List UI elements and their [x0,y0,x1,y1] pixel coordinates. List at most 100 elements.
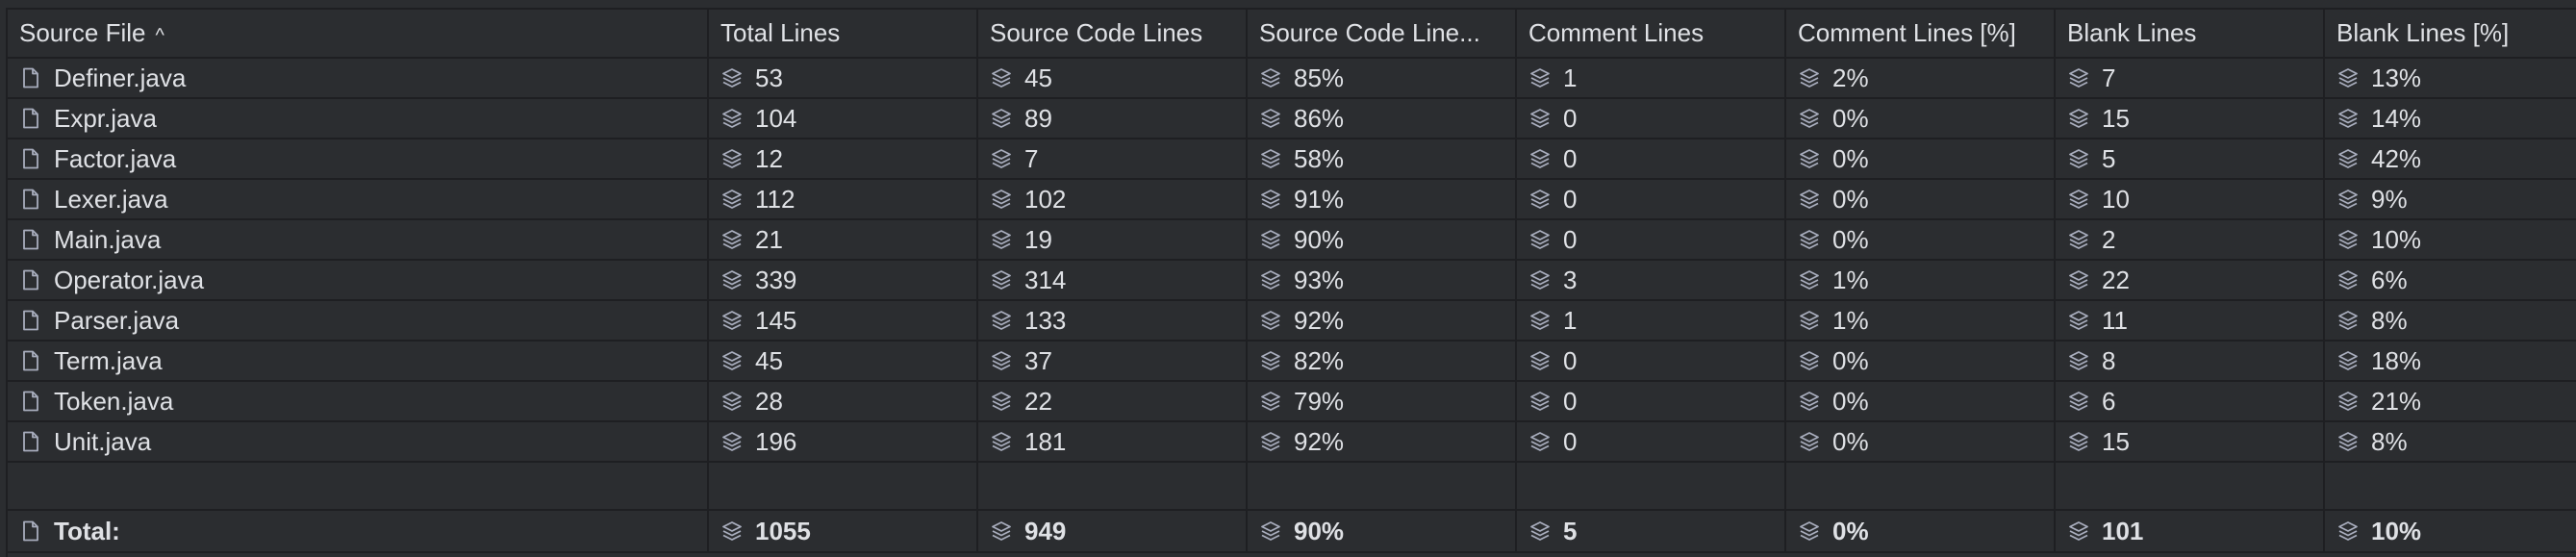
cell-value: 91% [1294,184,1345,214]
table-row[interactable]: Operator.java 339 314 93% 3 1% 22 6% [8,260,2576,301]
cell-file[interactable]: Main.java [8,219,709,261]
cell-file[interactable]: Total: [8,509,709,553]
table-row[interactable]: Token.java 28 22 79% 0 0% 6 21% [8,381,2576,422]
cell-blank-lines-pct: 8% [2324,300,2576,342]
table-row[interactable]: Expr.java 104 89 86% 0 0% 15 14% [8,98,2576,139]
layers-icon [720,147,744,170]
cell-comment-lines: 0 [1516,179,1786,220]
layers-icon [1528,107,1552,130]
cell-value: 5 [1563,516,1578,545]
cell-file[interactable]: Parser.java [8,300,709,342]
file-name: Unit.java [54,426,152,456]
file-name: Lexer.java [54,184,168,214]
cell-total-lines: 104 [708,98,978,139]
cell-file[interactable]: Term.java [8,341,709,382]
cell-value: 15 [2102,103,2130,133]
cell-file[interactable]: Lexer.java [8,179,709,220]
cell-blank-lines: 5 [2055,139,2325,180]
total-row[interactable]: Total: 1055 949 90% 5 0% 101 10% [8,509,2576,553]
layers-icon [2336,107,2360,130]
cell-comment-lines: 1 [1516,300,1786,342]
cell-file[interactable]: Unit.java [8,421,709,463]
cell-source-code-lines: 22 [977,381,1248,422]
cell-source-code-lines: 181 [977,421,1248,463]
cell-value: 1 [1563,305,1578,335]
table-row[interactable]: Lexer.java 112 102 91% 0 0% 10 9% [8,179,2576,220]
cell-value: 7 [2102,63,2116,92]
cell-value: 339 [755,265,797,294]
table-row[interactable]: Definer.java 53 45 85% 1 2% 7 13% [8,58,2576,99]
cell-total-lines: 112 [708,179,978,220]
cell-blank-lines: 15 [2055,98,2325,139]
column-header-label: Source Code Line... [1259,18,1480,47]
cell-file[interactable]: Expr.java [8,98,709,139]
cell-value: 0% [1832,426,1869,456]
cell-source-code-lines: 102 [977,179,1248,220]
cell-value: 45 [1024,63,1052,92]
cell-source-code-lines: 37 [977,341,1248,382]
cell-source-code-lines-pct: 86% [1247,98,1517,139]
layers-icon [1798,268,1821,291]
cell-value: 1% [1832,305,1869,335]
file-icon [19,519,42,543]
cell-value: 86% [1294,103,1345,133]
layers-icon [1528,349,1552,372]
cell-blank-lines-pct: 8% [2324,421,2576,463]
cell-value: 1055 [755,516,811,545]
empty-cell [2055,462,2325,511]
column-header-comment-lines[interactable]: Comment Lines [1516,10,1786,59]
layers-icon [2336,430,2360,453]
layers-icon [990,430,1013,453]
layers-icon [1798,390,1821,413]
column-header-comment-lines-pct[interactable]: Comment Lines [%] [1785,10,2056,59]
cell-value: 8 [2102,345,2116,375]
table-row[interactable]: Term.java 45 37 82% 0 0% 8 18% [8,341,2576,382]
column-header-source-code-lines[interactable]: Source Code Lines [977,10,1248,59]
cell-value: 0% [1832,516,1869,545]
layers-icon [990,309,1013,332]
cell-blank-lines: 6 [2055,381,2325,422]
cell-comment-lines-pct: 1% [1785,300,2056,342]
layers-icon [720,107,744,130]
cell-value: 58% [1294,143,1345,173]
column-header-total-lines[interactable]: Total Lines [708,10,978,59]
cell-comment-lines-pct: 0% [1785,219,2056,261]
layers-icon [2336,519,2360,543]
layers-icon [1528,147,1552,170]
layers-icon [2067,349,2090,372]
column-header-source-code-lines-pct[interactable]: Source Code Line... [1247,10,1517,59]
layers-icon [720,309,744,332]
cell-value: 0% [1832,386,1869,416]
cell-file[interactable]: Definer.java [8,58,709,99]
cell-value: 2% [1832,63,1869,92]
layers-icon [1798,188,1821,211]
layers-icon [1798,147,1821,170]
file-icon [19,147,42,170]
column-header-source-file[interactable]: Source File ^ [8,10,709,59]
table-row[interactable]: Main.java 21 19 90% 0 0% 2 10% [8,219,2576,261]
cell-comment-lines: 5 [1516,509,1786,553]
metrics-table-panel: Source File ^ Total Lines Source Code Lin… [6,8,2576,557]
column-header-label: Comment Lines [1528,18,1705,47]
table-row[interactable]: Unit.java 196 181 92% 0 0% 15 8% [8,421,2576,463]
cell-value: 6 [2102,386,2116,416]
layers-icon [1528,519,1552,543]
cell-value: 101 [2102,516,2144,545]
cell-blank-lines-pct: 10% [2324,509,2576,553]
cell-value: 89 [1024,103,1052,133]
table-row[interactable]: Factor.java 12 7 58% 0 0% 5 42% [8,139,2576,180]
cell-file[interactable]: Operator.java [8,260,709,301]
cell-value: 18% [2371,345,2422,375]
table-row[interactable]: Parser.java 145 133 92% 1 1% 11 8% [8,300,2576,342]
cell-value: 12 [755,143,783,173]
layers-icon [990,519,1013,543]
column-header-blank-lines-pct[interactable]: Blank Lines [%] [2324,10,2576,59]
cell-file[interactable]: Token.java [8,381,709,422]
cell-blank-lines-pct: 9% [2324,179,2576,220]
chevron-up-icon: ^ [155,25,164,46]
column-header-blank-lines[interactable]: Blank Lines [2055,10,2325,59]
cell-source-code-lines-pct: 90% [1247,219,1517,261]
cell-comment-lines-pct: 0% [1785,381,2056,422]
cell-file[interactable]: Factor.java [8,139,709,180]
cell-value: 90% [1294,516,1345,545]
